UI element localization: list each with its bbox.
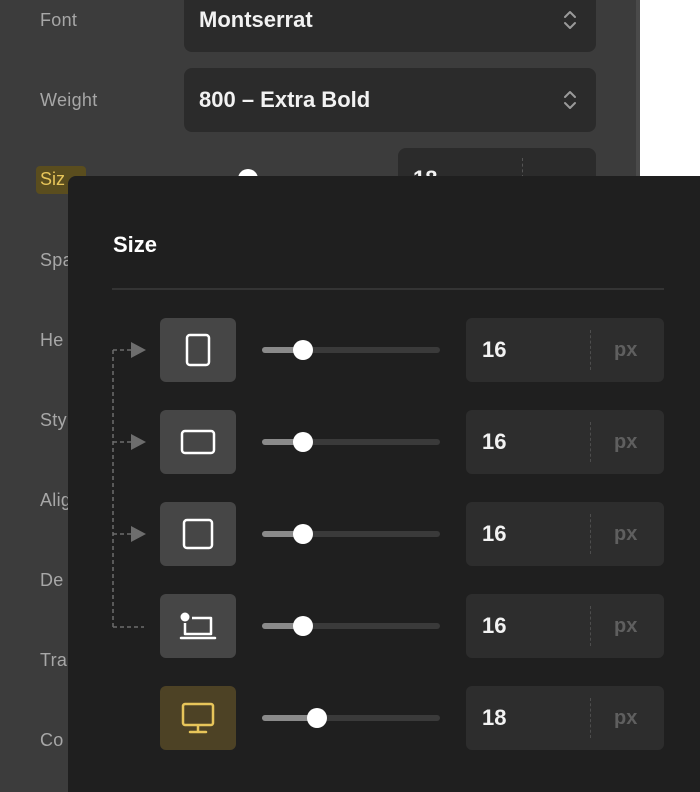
transform-label: Tra <box>40 650 68 670</box>
size-label: Siz <box>40 169 66 189</box>
field-divider <box>590 698 591 738</box>
size-value: 16 <box>482 337 507 362</box>
select-chevron-icon <box>564 91 576 109</box>
size-slider[interactable] <box>262 616 440 636</box>
size-breakpoints-popover: Size 16 px 16 px 16 px 16 px 18 px <box>68 176 700 792</box>
breakpoint-row-phone-portrait: 16 px <box>160 318 664 382</box>
weight-select[interactable]: 800 – Extra Bold <box>184 68 596 132</box>
field-divider <box>522 158 523 178</box>
size-slider[interactable] <box>262 432 440 452</box>
phone-landscape-icon <box>180 429 216 455</box>
field-divider <box>590 606 591 646</box>
weight-value: 800 – Extra Bold <box>199 87 371 112</box>
size-input[interactable]: 18 px <box>466 686 664 750</box>
breakpoint-row-tablet: 16 px <box>160 502 664 566</box>
field-divider <box>590 422 591 462</box>
size-input[interactable]: 16 px <box>466 318 664 382</box>
tablet-icon <box>182 518 214 550</box>
breakpoint-button-desktop[interactable] <box>160 686 236 750</box>
size-slider[interactable] <box>262 340 440 360</box>
size-value: 18 <box>482 705 507 730</box>
breakpoint-button-phone-portrait[interactable] <box>160 318 236 382</box>
breakpoint-row-laptop: 16 px <box>160 594 664 658</box>
unit-label[interactable]: px <box>614 707 637 730</box>
popover-title: Size <box>113 232 158 257</box>
cascade-arrow-icon <box>131 526 146 542</box>
phone-portrait-icon <box>185 333 211 367</box>
decoration-label: De <box>40 570 64 590</box>
unit-label[interactable]: px <box>614 339 637 362</box>
select-chevron-icon <box>564 11 576 29</box>
font-value: Montserrat <box>199 7 313 32</box>
slider-knob[interactable] <box>292 524 313 544</box>
style-label: Sty <box>40 410 67 430</box>
unit-label[interactable]: px <box>614 615 637 638</box>
size-input[interactable]: 16 px <box>466 410 664 474</box>
height-label: He <box>40 330 64 350</box>
size-value: 16 <box>482 521 507 546</box>
weight-label: Weight <box>40 90 98 110</box>
slider-knob[interactable] <box>292 616 313 636</box>
font-label: Font <box>40 10 78 30</box>
font-select[interactable]: Montserrat <box>184 0 596 52</box>
field-divider <box>590 514 591 554</box>
slider-knob[interactable] <box>307 708 328 728</box>
slider-knob[interactable] <box>292 340 313 360</box>
slider-knob[interactable] <box>292 432 313 452</box>
unit-label[interactable]: px <box>614 431 637 454</box>
laptop-base-icon <box>179 612 217 640</box>
cascade-arrow-icon <box>131 434 146 450</box>
field-divider <box>590 330 591 370</box>
breakpoint-row-desktop: 18 px <box>160 686 664 750</box>
size-value: 16 <box>482 429 507 454</box>
breakpoint-button-tablet[interactable] <box>160 502 236 566</box>
popover-divider <box>112 288 664 290</box>
desktop-icon <box>181 702 215 734</box>
breakpoint-button-laptop[interactable] <box>160 594 236 658</box>
unit-label[interactable]: px <box>614 523 637 546</box>
color-label: Co <box>40 730 64 750</box>
size-input[interactable]: 16 px <box>466 502 664 566</box>
breakpoint-button-phone-landscape[interactable] <box>160 410 236 474</box>
size-input[interactable]: 16 px <box>466 594 664 658</box>
cascade-arrow-icon <box>131 342 146 358</box>
canvas-area <box>640 0 700 176</box>
breakpoint-row-phone-landscape: 16 px <box>160 410 664 474</box>
size-slider[interactable] <box>262 708 440 728</box>
size-slider[interactable] <box>262 524 440 544</box>
size-value: 16 <box>482 613 507 638</box>
align-label: Alig <box>40 490 72 510</box>
